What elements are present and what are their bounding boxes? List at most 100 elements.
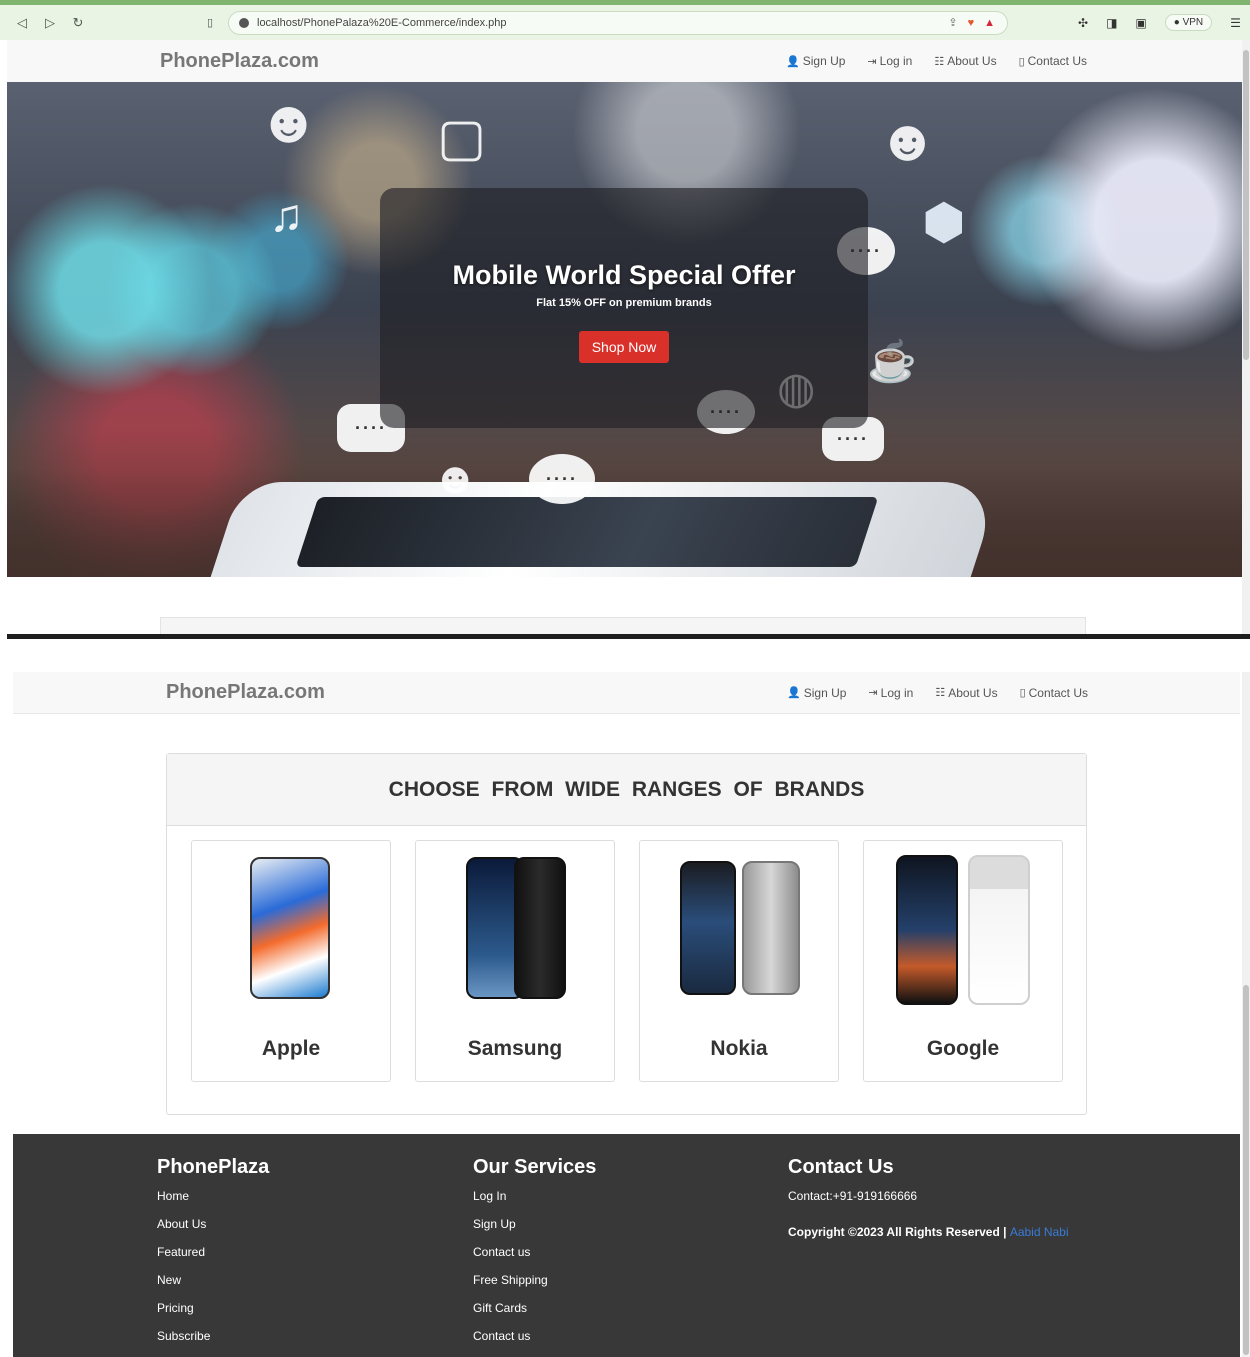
footer-link-contact[interactable]: Contact us [473,1245,596,1273]
footer-link-home[interactable]: Home [157,1189,269,1217]
nav-login-label: Log in [880,685,914,700]
site-navbar: PhonePlaza.com 👤 Sign Up ⇥ Log in ☷ About U… [7,40,1242,82]
shop-now-button[interactable]: Shop Now [578,331,670,363]
phone-back [514,857,566,999]
footer-contact-title: Contact Us [788,1156,894,1178]
nav-about-label: About Us [948,685,998,700]
footer-services-title: Our Services [473,1156,597,1178]
site-brand[interactable]: PhonePlaza.com [166,681,325,704]
phone-body [250,857,330,999]
brand-card-samsung[interactable]: Samsung [415,840,615,1082]
nav-links: 👤 Sign Up ⇥ Log in ☷ About Us ▯ Contact Us [786,54,1087,68]
address-bar[interactable]: localhost/PhonePalaza%20E-Commerce/index… [228,10,1008,35]
nav-about-label: About Us [947,54,997,68]
rewards-icon[interactable]: ▲ [984,17,995,29]
brand-card-nokia[interactable]: Nokia [639,840,839,1082]
sidebar-icon[interactable]: ◨ [1106,16,1117,30]
chat-bubble-dots: ···· [837,428,869,449]
brands-panel: CHOOSE FROM WIDE RANGES OF BRANDS Apple … [166,753,1087,1115]
footer-link-new[interactable]: New [157,1273,269,1301]
nav-login-label: Log in [879,54,913,68]
share-icon[interactable]: ⇪ [948,16,957,29]
contacts-icon: ☻ [432,454,479,503]
footer-link-free-shipping[interactable]: Free Shipping [473,1273,596,1301]
login-icon: ⇥ [868,687,878,699]
footer-link-about[interactable]: About Us [157,1217,269,1245]
site-footer: PhonePlaza Home About Us Featured New Pr… [13,1134,1240,1357]
wallet-icon[interactable]: ▣ [1135,16,1146,30]
hero-phone-screen [295,497,879,567]
brave-shield-icon[interactable]: ♥ [968,17,975,29]
nav-contact[interactable]: ▯ Contact Us [1020,686,1088,700]
footer-link-subscribe[interactable]: Subscribe [157,1329,269,1357]
brand-card-apple[interactable]: Apple [191,840,391,1082]
people-icon: ☻ [877,108,939,173]
author-link[interactable]: Aabid Nabi [1010,1225,1069,1239]
footer-brand-title: PhonePlaza [157,1156,270,1178]
url-text: localhost/PhonePalaza%20E-Commerce/index… [257,16,507,29]
brand-card-google[interactable]: Google [863,840,1063,1082]
brand-name: Google [926,1037,1000,1060]
nav-about[interactable]: ☷ About Us [935,686,997,700]
phone-back [742,861,800,995]
nav-login[interactable]: ⇥ Log in [867,54,912,68]
reload-icon[interactable]: ↻ [64,15,92,31]
phone-icon: ▯ [1018,55,1025,68]
coffee-icon: ☕ [867,340,917,384]
footer-link-featured[interactable]: Featured [157,1245,269,1273]
brands-heading: CHOOSE FROM WIDE RANGES OF BRANDS [167,754,1086,826]
nav-contact[interactable]: ▯ Contact Us [1019,54,1087,68]
footer-link-login[interactable]: Log In [473,1189,596,1217]
footer-link-pricing[interactable]: Pricing [157,1301,269,1329]
nav-about[interactable]: ☷ About Us [934,54,996,68]
user-icon: 👤 [787,687,801,699]
footer-link-signup[interactable]: Sign Up [473,1217,596,1245]
offer-panel: Mobile World Special Offer Flat 15% OFF … [380,188,868,428]
login-icon: ⇥ [867,55,877,68]
hero-banner: ♫ ☻ ▢ ☻ ⬢ ◍ ☕ ☻ ···· ···· ···· ···· ····… [7,82,1242,577]
scrollbar-thumb[interactable] [1243,50,1249,360]
vpn-button[interactable]: ● VPN [1164,14,1213,31]
phone-front [680,861,736,995]
offer-subtitle: Flat 15% OFF on premium brands [536,297,712,309]
brand-cards: Apple Samsung Nokia Google [191,840,1063,1082]
nav-signup[interactable]: 👤 Sign Up [786,54,845,68]
nav-login[interactable]: ⇥ Log in [868,686,913,700]
chat-icon: ▢ [437,109,487,167]
footer-link-gift-cards[interactable]: Gift Cards [473,1301,596,1329]
phone-icon: ▯ [1019,687,1026,699]
menu-icon[interactable]: ☰ [1230,16,1241,30]
scrollbar-thumb[interactable] [1243,985,1249,1355]
site-info-icon[interactable] [239,17,249,28]
nav-contact-label: Contact Us [1028,685,1088,700]
footer-column-brand: PhonePlaza Home About Us Featured New Pr… [157,1156,269,1357]
extensions-icon[interactable]: ✣ [1078,16,1088,30]
phone-front [896,855,958,1005]
chat-bubble-dots: ···· [546,468,578,489]
bookmark-icon[interactable]: ▯ [200,16,220,29]
browser-toolbar: ◁ ▷ ↻ ▯ localhost/PhonePalaza%20E-Commer… [0,0,1250,40]
google-phone-image [864,855,1062,1005]
samsung-phone-image [416,855,614,1005]
apple-phone-image [192,855,390,1005]
nav-signup-label: Sign Up [802,54,846,68]
forward-icon[interactable]: ▷ [36,15,64,31]
footer-copyright: Copyright ©2023 All Rights Reserved | Aa… [788,1225,1069,1239]
footer-contact-number: Contact:+91-919166666 [788,1189,918,1203]
nav-contact-label: Contact Us [1027,54,1087,68]
vpn-label: VPN [1182,17,1204,28]
offer-title: Mobile World Special Offer [452,260,796,290]
music-note-icon: ♫ [269,189,304,241]
copyright-text: Copyright ©2023 All Rights Reserved | [788,1225,1010,1239]
back-icon[interactable]: ◁ [8,15,36,31]
nav-signup[interactable]: 👤 Sign Up [787,686,846,700]
nav-signup-label: Sign Up [803,685,847,700]
list-icon: ☷ [935,687,946,699]
user-icon: 👤 [786,55,800,68]
nav-links: 👤 Sign Up ⇥ Log in ☷ About Us ▯ Contact Us [787,686,1088,700]
site-brand[interactable]: PhonePlaza.com [160,50,319,73]
phone-back [968,855,1030,1005]
brand-name: Nokia [710,1037,768,1060]
brand-name: Samsung [467,1037,563,1060]
footer-link-contact-2[interactable]: Contact us [473,1329,596,1357]
